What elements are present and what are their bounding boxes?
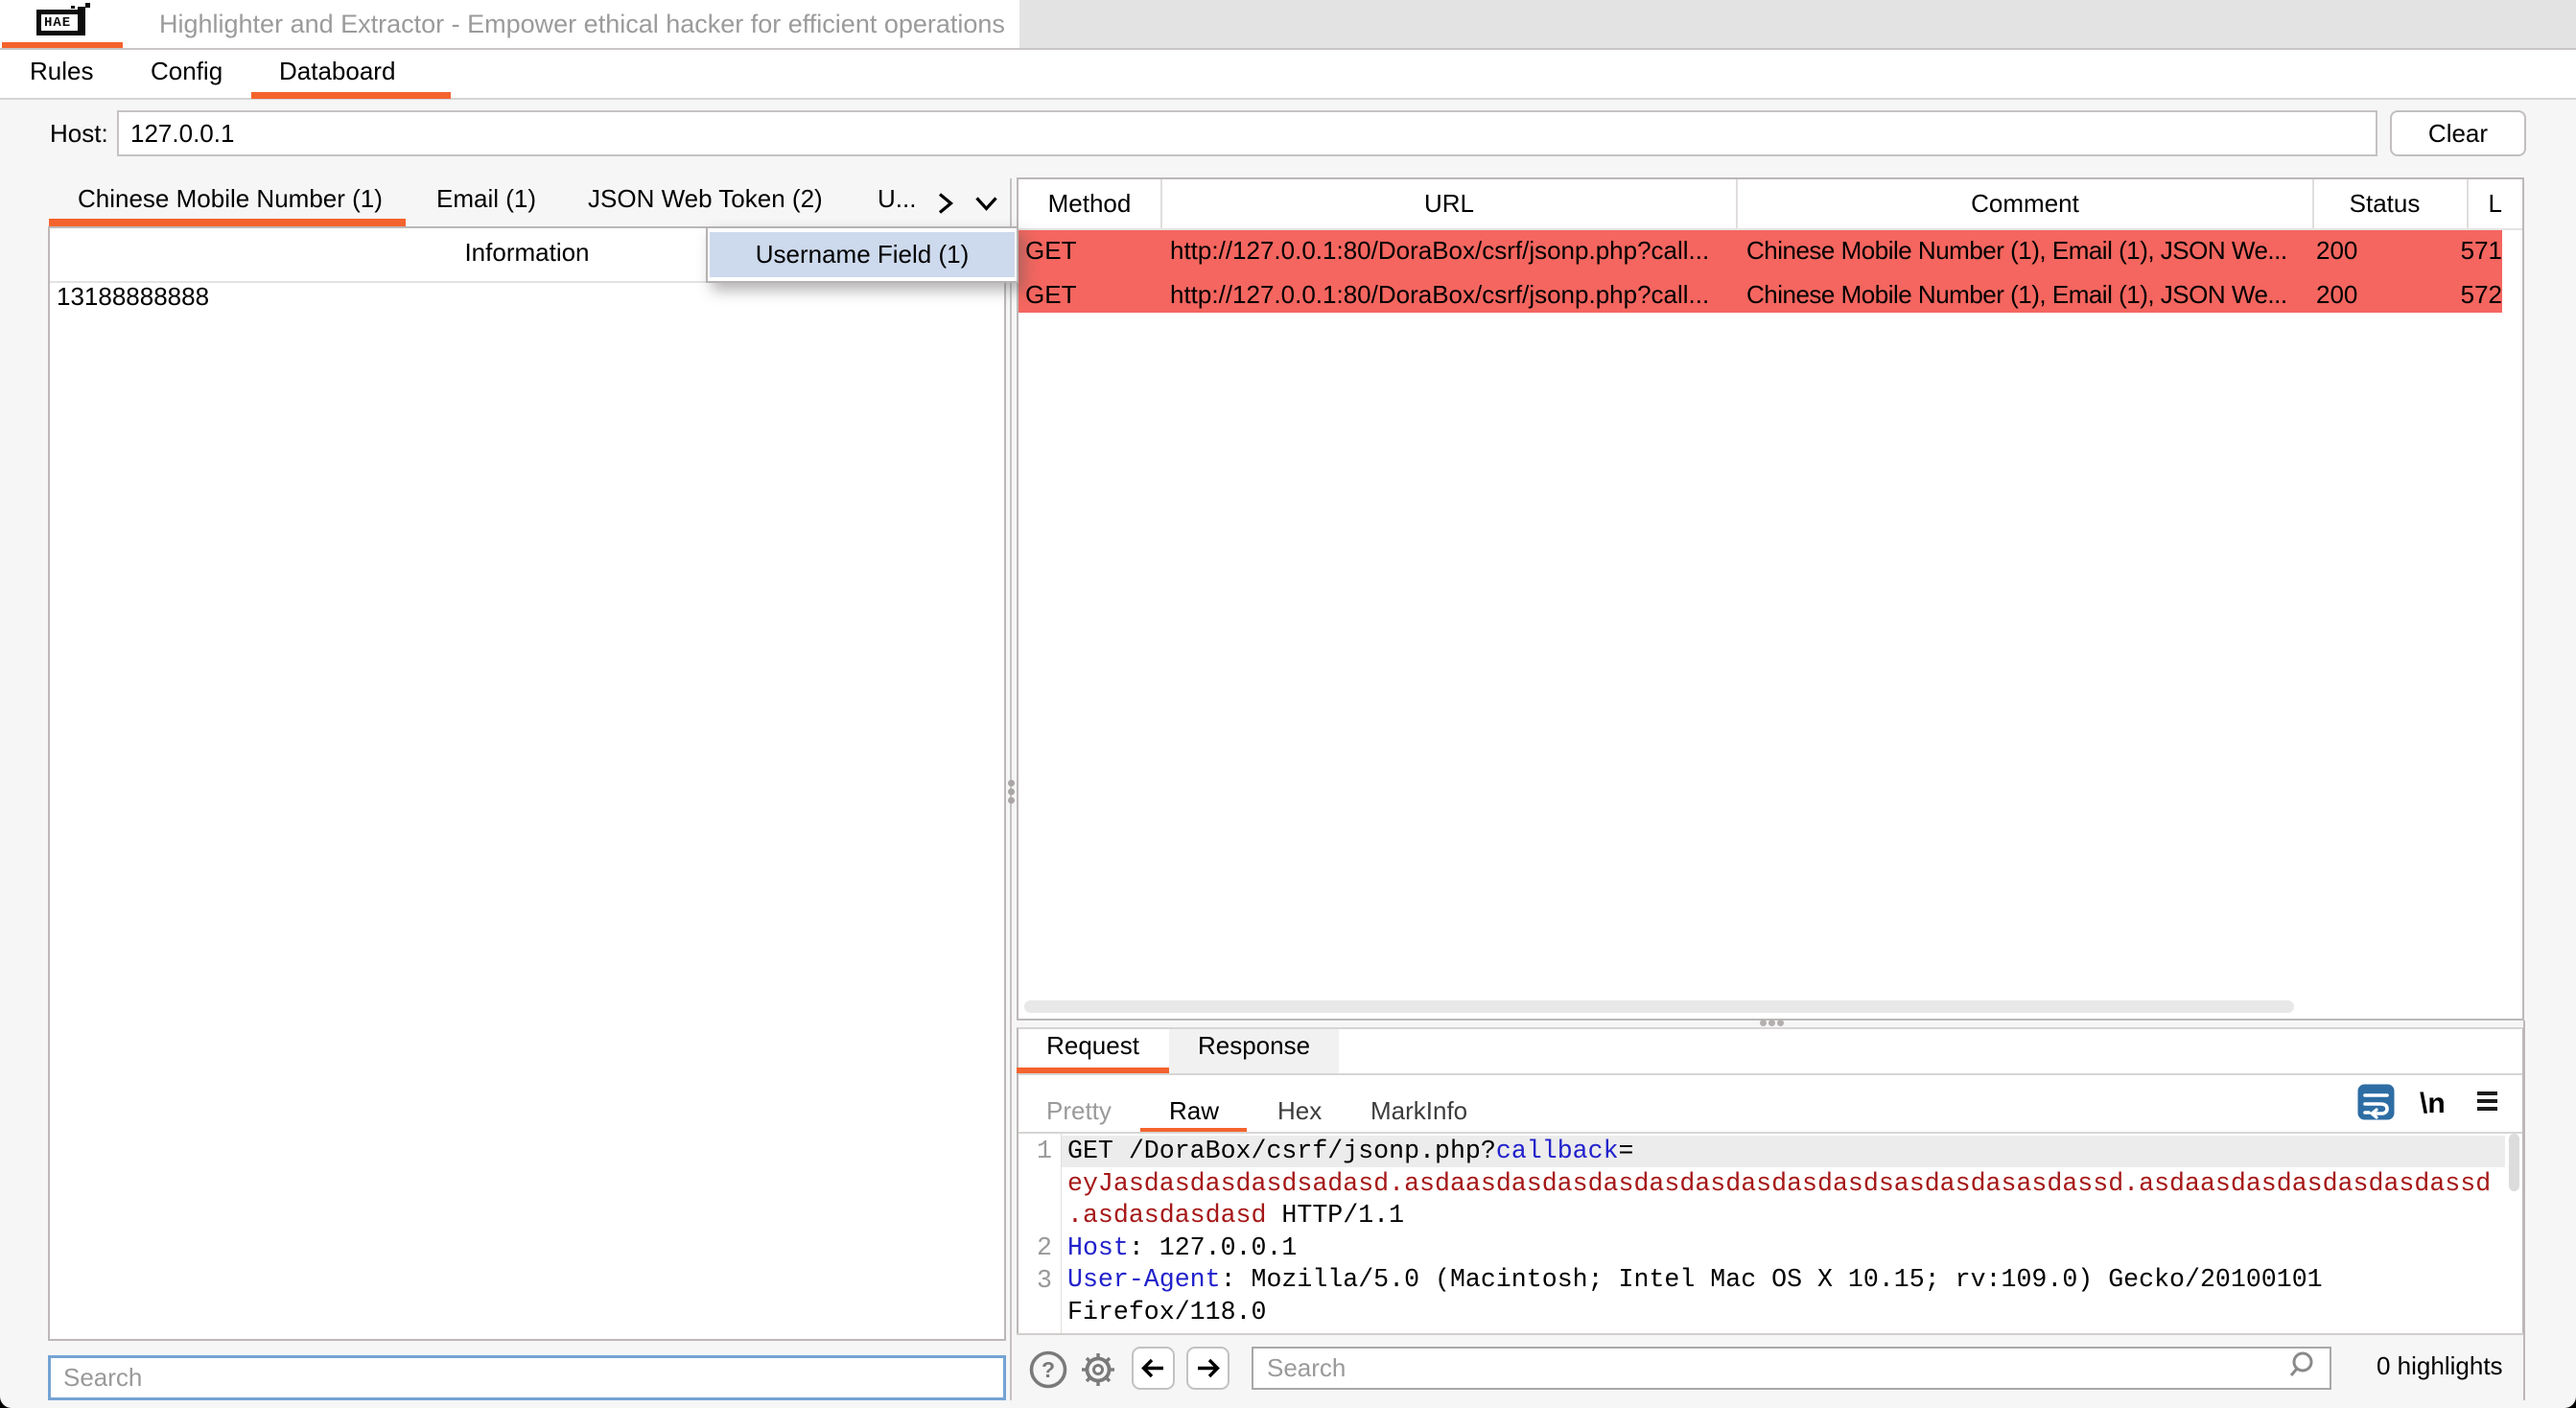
- svg-text:?: ?: [1042, 1357, 1055, 1382]
